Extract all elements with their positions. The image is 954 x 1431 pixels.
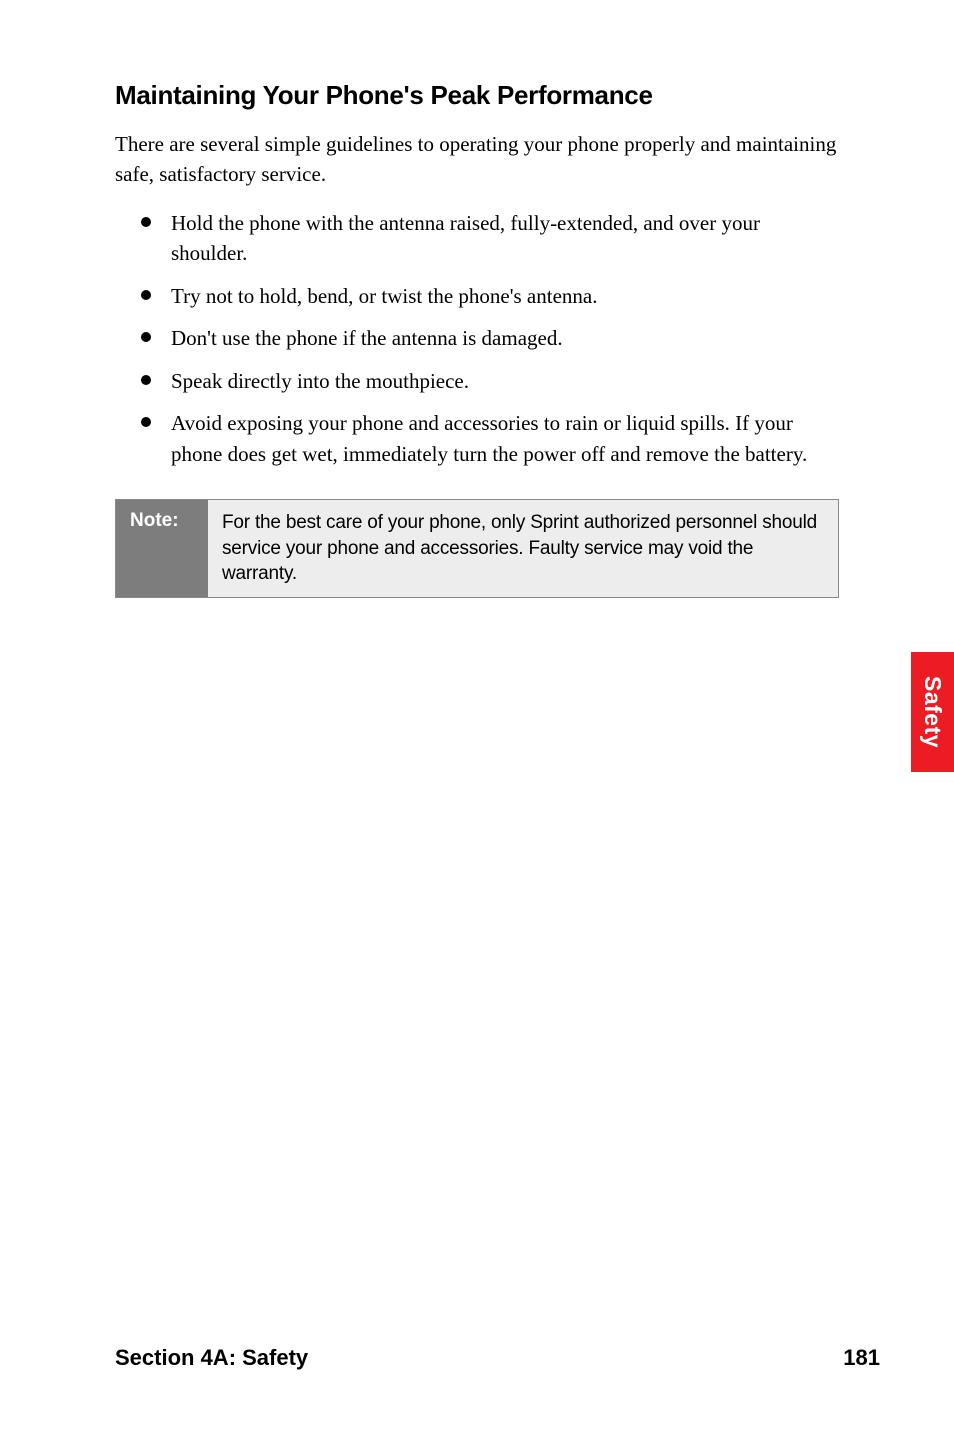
side-tab: Safety	[911, 652, 954, 772]
list-item: Hold the phone with the antenna raised, …	[141, 208, 839, 269]
footer-page-number: 181	[843, 1345, 880, 1371]
page-content: Maintaining Your Phone's Peak Performanc…	[0, 0, 954, 598]
section-heading: Maintaining Your Phone's Peak Performanc…	[115, 80, 839, 111]
list-item: Try not to hold, bend, or twist the phon…	[141, 281, 839, 311]
list-item: Don't use the phone if the antenna is da…	[141, 323, 839, 353]
note-text: For the best care of your phone, only Sp…	[208, 500, 838, 597]
list-item: Speak directly into the mouthpiece.	[141, 366, 839, 396]
intro-paragraph: There are several simple guidelines to o…	[115, 129, 839, 190]
note-box: Note: For the best care of your phone, o…	[115, 499, 839, 598]
bullet-list: Hold the phone with the antenna raised, …	[115, 208, 839, 469]
note-label: Note:	[116, 500, 208, 597]
footer-section: Section 4A: Safety	[115, 1345, 308, 1371]
list-item: Avoid exposing your phone and accessorie…	[141, 408, 839, 469]
page-footer: Section 4A: Safety 181	[115, 1345, 880, 1371]
